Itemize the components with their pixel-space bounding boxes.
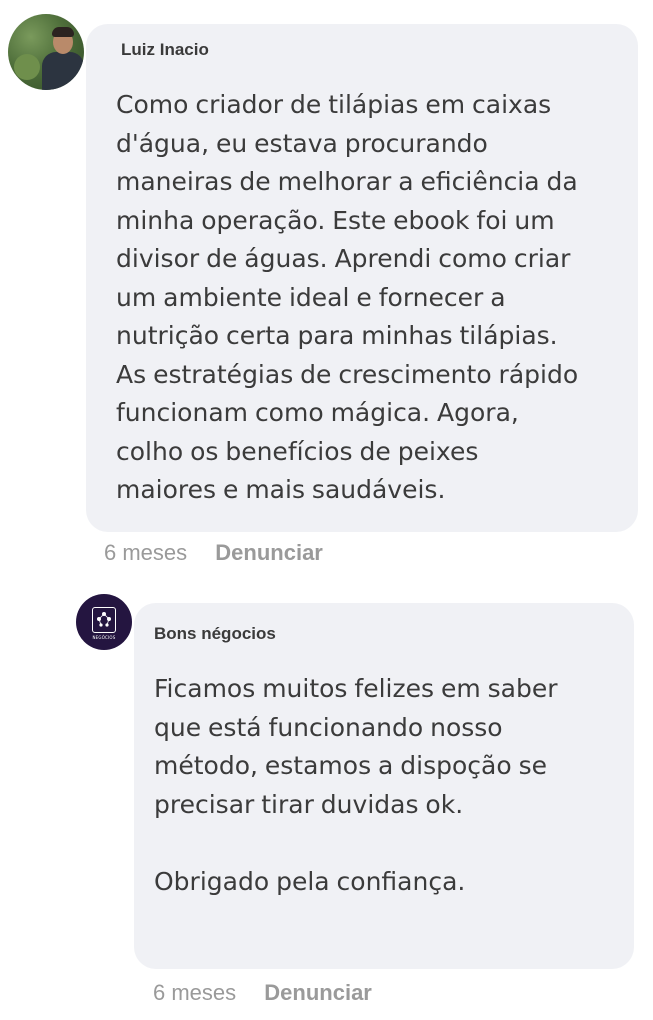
reply-text: Ficamos muitos felizes em saber que está… bbox=[154, 674, 558, 896]
reply-author[interactable]: Bons négocios bbox=[154, 624, 276, 644]
comment-text: Como criador de tilápias em caixas d'águ… bbox=[116, 90, 579, 504]
avatar-luiz-inacio[interactable] bbox=[8, 14, 84, 90]
logo-text: NEGÓCIOS bbox=[92, 635, 116, 640]
avatar-background-foliage bbox=[14, 54, 40, 80]
comment-time: 6 meses bbox=[104, 540, 188, 565]
comment-meta: 6 meses Denunciar bbox=[104, 540, 323, 566]
avatar-bons-negocios[interactable]: NEGÓCIOS bbox=[76, 594, 132, 650]
avatar-person-hair bbox=[52, 27, 74, 37]
comment-bubble: Luiz Inacio Como criador de tilápias em … bbox=[86, 24, 638, 532]
comment-author[interactable]: Luiz Inacio bbox=[121, 40, 209, 60]
reply-meta: 6 meses Denunciar bbox=[153, 980, 372, 1006]
logo-network-icon bbox=[92, 607, 116, 633]
avatar-person-torso bbox=[42, 52, 84, 90]
report-button[interactable]: Denunciar bbox=[264, 980, 372, 1005]
reply-bubble: Bons négocios Ficamos muitos felizes em … bbox=[134, 603, 634, 969]
reply-time: 6 meses bbox=[153, 980, 237, 1005]
report-button[interactable]: Denunciar bbox=[215, 540, 323, 565]
